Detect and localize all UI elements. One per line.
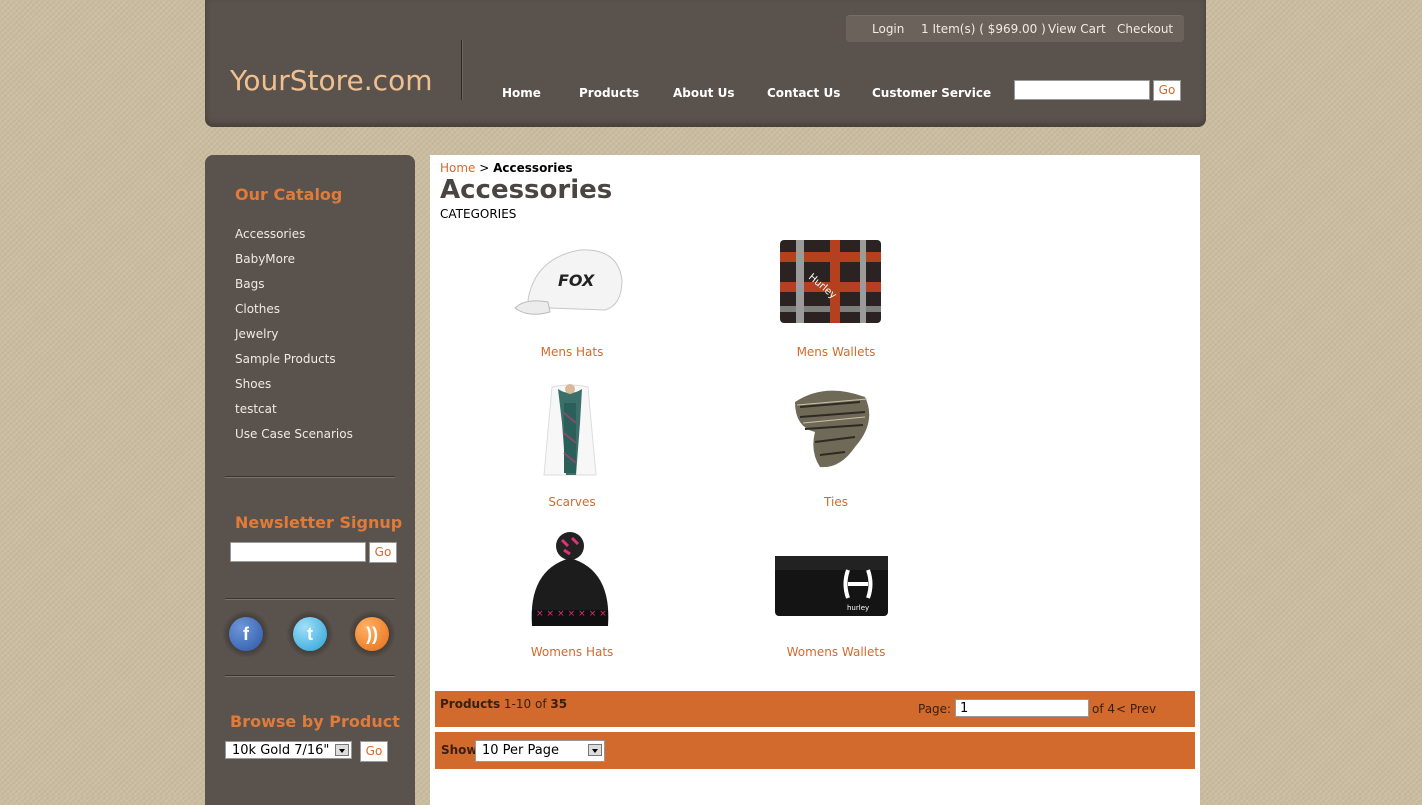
page-title: Accessories: [440, 175, 613, 205]
category-link-scarves[interactable]: Scarves: [472, 495, 672, 509]
plaid-wallet-image[interactable]: Hurley: [778, 238, 883, 325]
nav-customer-service[interactable]: Customer Service: [872, 86, 991, 100]
page-number-input[interactable]: 1: [955, 699, 1089, 717]
products-total: 35: [550, 697, 568, 711]
browse-selected-value: 10k Gold 7/16": [232, 743, 330, 758]
sidebar-item-use-case-scenarios[interactable]: Use Case Scenarios: [235, 427, 353, 441]
category-link-mens-hats[interactable]: Mens Hats: [472, 345, 672, 359]
chevron-down-icon: [588, 744, 602, 756]
browse-heading: Browse by Product: [230, 712, 400, 731]
catalog-heading: Our Catalog: [235, 185, 343, 204]
chevron-down-icon: [335, 744, 349, 756]
per-page-selected: 10 Per Page: [482, 743, 559, 758]
sidebar-item-shoes[interactable]: Shoes: [235, 377, 271, 391]
per-page-bar: Show 10 Per Page: [435, 732, 1195, 769]
pagination-bar: Products 1-10 of 35 Page: 1 of 4 < Prev: [435, 691, 1195, 727]
search-input[interactable]: [1014, 80, 1150, 100]
view-cart-link[interactable]: View Cart: [1048, 22, 1106, 36]
top-links-bar: Login 1 Item(s) ( $969.00 ) View Cart Ch…: [846, 15, 1184, 42]
sidebar-item-babymore[interactable]: BabyMore: [235, 252, 295, 266]
page-label: Page:: [918, 702, 952, 716]
products-of-label: of: [534, 697, 547, 711]
site-logo[interactable]: YourStore.com: [230, 64, 432, 97]
tie-image[interactable]: [785, 387, 880, 472]
login-link[interactable]: Login: [872, 22, 904, 36]
site-header: YourStore.com Login 1 Item(s) ( $969.00 …: [205, 0, 1206, 127]
products-range: 1-10: [503, 697, 532, 711]
page-total: of 4: [1092, 702, 1116, 716]
breadcrumb-current: Accessories: [493, 161, 573, 175]
checkout-link[interactable]: Checkout: [1117, 22, 1173, 36]
prev-page-link[interactable]: < Prev: [1116, 702, 1156, 716]
sidebar-item-sample-products[interactable]: Sample Products: [235, 352, 336, 366]
products-count: Products 1-10 of 35: [440, 697, 567, 711]
breadcrumb: Home > Accessories: [440, 161, 573, 175]
search-go-button[interactable]: Go: [1153, 80, 1181, 101]
browse-product-select[interactable]: 10k Gold 7/16": [225, 741, 352, 759]
breadcrumb-separator: >: [475, 161, 494, 175]
show-label: Show: [441, 743, 478, 757]
sidebar-item-testcat[interactable]: testcat: [235, 402, 277, 416]
category-link-mens-wallets[interactable]: Mens Wallets: [736, 345, 936, 359]
sidebar-item-jewelry[interactable]: Jewelry: [235, 327, 279, 341]
breadcrumb-home-link[interactable]: Home: [440, 161, 475, 175]
products-label: Products: [440, 697, 501, 711]
category-link-ties[interactable]: Ties: [736, 495, 936, 509]
sidebar-item-accessories[interactable]: Accessories: [235, 227, 305, 241]
newsletter-email-input[interactable]: [230, 542, 366, 562]
nav-products[interactable]: Products: [579, 86, 639, 100]
sidebar-item-clothes[interactable]: Clothes: [235, 302, 280, 316]
black-wallet-image[interactable]: hurley: [773, 550, 890, 620]
nav-contact-us[interactable]: Contact Us: [767, 86, 840, 100]
sidebar: Our Catalog Accessories BabyMore Bags Cl…: [205, 155, 415, 805]
categories-label: CATEGORIES: [440, 207, 517, 221]
nav-home[interactable]: Home: [502, 86, 541, 100]
beanie-image[interactable]: ×××××××: [528, 530, 612, 635]
white-cap-image[interactable]: FOX: [510, 240, 630, 320]
newsletter-go-button[interactable]: Go: [369, 542, 397, 563]
rss-icon[interactable]: )): [355, 617, 389, 651]
sidebar-divider: [225, 598, 395, 599]
cart-summary[interactable]: 1 Item(s) ( $969.00 ): [921, 22, 1046, 36]
main-content: Home > Accessories Accessories CATEGORIE…: [430, 155, 1200, 805]
twitter-icon[interactable]: t: [293, 617, 327, 651]
svg-text:hurley: hurley: [847, 604, 869, 612]
logo-divider: [461, 40, 462, 100]
sidebar-divider: [225, 675, 395, 676]
scarf-image[interactable]: [530, 383, 610, 478]
svg-text:FOX: FOX: [558, 271, 595, 290]
browse-go-button[interactable]: Go: [360, 741, 388, 762]
category-link-womens-hats[interactable]: Womens Hats: [472, 645, 672, 659]
per-page-select[interactable]: 10 Per Page: [475, 740, 605, 762]
sidebar-item-bags[interactable]: Bags: [235, 277, 264, 291]
category-link-womens-wallets[interactable]: Womens Wallets: [736, 645, 936, 659]
facebook-icon[interactable]: f: [229, 617, 263, 651]
sidebar-divider: [225, 476, 395, 477]
svg-text:×××××××: ×××××××: [536, 609, 610, 619]
nav-about-us[interactable]: About Us: [673, 86, 734, 100]
newsletter-heading: Newsletter Signup: [235, 513, 403, 532]
